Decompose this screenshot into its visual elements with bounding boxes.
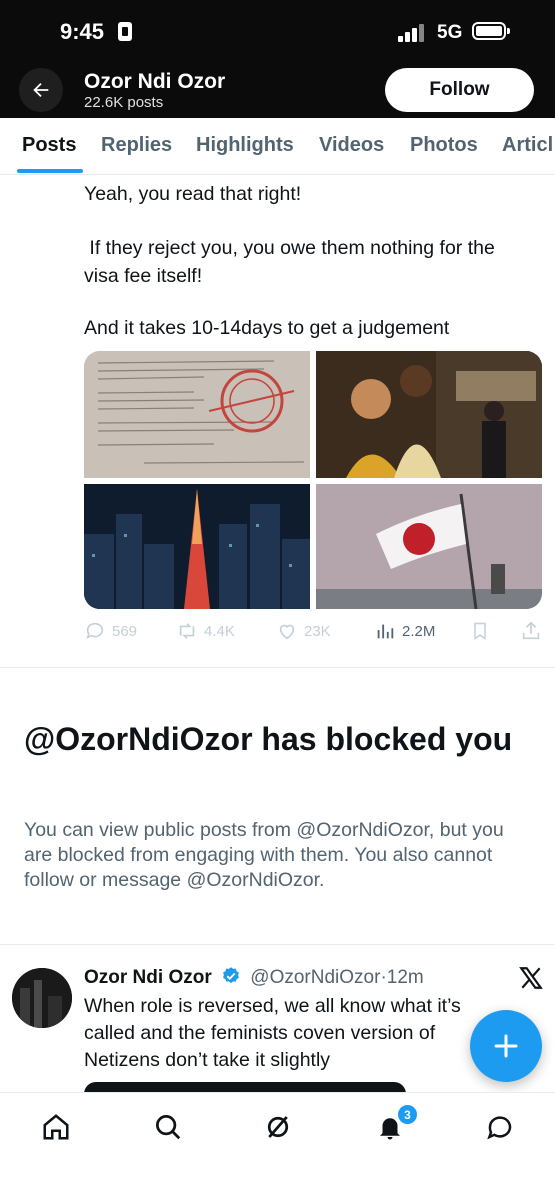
author-name: Ozor Ndi Ozor [84,967,212,988]
active-tab-indicator [17,169,83,173]
flag-illustration [316,484,542,609]
tweet-text: When role is reversed, we all know what … [84,995,461,1071]
tab-photos[interactable]: Photos [410,134,478,157]
status-time: 9:45 [60,19,105,44]
search-icon [156,1115,181,1140]
network-type: 5G [437,22,463,43]
profile-header: Ozor Ndi Ozor 22.6K posts Follow [0,62,555,118]
media-japan-flag-photo[interactable] [316,484,542,609]
tab-replies[interactable]: Replies [101,134,172,157]
x-logo-icon [518,965,544,998]
back-button[interactable] [19,68,63,112]
bookmark-icon [474,622,486,640]
follow-button[interactable]: Follow [385,68,534,112]
nav-home[interactable] [36,1107,76,1147]
tweet-text-line: And it takes 10-14days to get a judgemen… [84,317,450,339]
event-illustration [316,351,542,478]
like-icon [279,624,295,640]
repost-count: 4.4K [204,622,235,640]
divider [0,667,555,668]
repost-icon [179,623,195,639]
sim-icon [118,22,132,41]
tweet-actions: 569 4.4K 23K 2.2M [84,620,544,644]
avatar[interactable] [12,968,72,1028]
like-button[interactable]: 23K [276,620,331,642]
avatar-image [12,968,72,1028]
tweet-text-line: If they reject you, you owe them nothing… [84,237,501,287]
home-icon [43,1114,69,1140]
status-bar: 9:45 5G [0,0,555,62]
share-icon [522,621,540,640]
divider [0,944,555,945]
tweet-timestamp: 12m [386,967,424,988]
blocked-description: You can view public posts from @OzorNdiO… [24,819,504,891]
tweet-media-grid[interactable] [84,351,542,609]
reply-icon [86,622,104,639]
bookmark-button[interactable] [470,620,490,642]
like-count: 23K [304,622,331,640]
back-arrow-icon [33,82,49,98]
reply-button[interactable]: 569 [84,620,137,642]
media-event-photo[interactable] [316,351,542,478]
views-button[interactable]: 2.2M [374,620,435,642]
signal-icon [398,24,426,42]
media-receipt-photo[interactable] [84,351,310,478]
author-handle: @OzorNdiOzor [250,967,381,988]
nav-search[interactable] [148,1107,188,1147]
battery-icon [472,22,510,40]
profile-name: Ozor Ndi Ozor [84,70,226,93]
compose-button[interactable] [470,1010,542,1082]
view-count: 2.2M [402,622,436,640]
repost-button[interactable]: 4.4K [176,620,235,642]
tab-highlights[interactable]: Highlights [196,134,294,157]
plus-icon [494,1034,518,1058]
verified-badge-icon [223,967,239,984]
tweet-text-line: Yeah, you read that right! [84,183,302,205]
profile-tabs: Posts Replies Highlights Videos Photos A… [0,118,555,175]
posts-count: 22.6K posts [84,94,164,111]
nav-grok[interactable] [258,1107,298,1147]
media-tokyo-tower-photo[interactable] [84,484,310,609]
receipt-illustration [84,351,310,478]
grok-icon [267,1116,289,1138]
bottom-nav [0,1092,555,1201]
tab-videos[interactable]: Videos [319,134,384,157]
tweet-author[interactable]: Ozor Ndi Ozor @OzorNdiOzor·12m [84,966,424,989]
views-icon [377,624,394,639]
city-illustration [84,484,310,609]
nav-messages[interactable] [480,1107,520,1147]
tab-posts[interactable]: Posts [22,134,76,157]
blocked-title: @OzorNdiOzor has blocked you [24,721,513,757]
tab-articles[interactable]: Articl [502,134,553,157]
share-button[interactable] [520,620,542,642]
messages-icon [487,1116,512,1140]
notifications-badge: 3 [397,1104,418,1125]
reply-count: 569 [112,622,138,640]
